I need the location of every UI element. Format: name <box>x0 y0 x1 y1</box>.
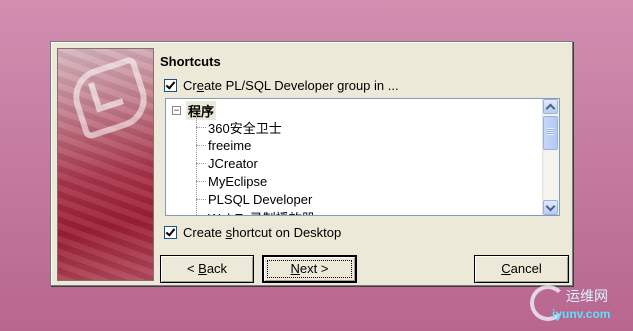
create-desktop-shortcut-checkbox[interactable] <box>164 226 177 239</box>
tree-item[interactable]: PLSQL Developer <box>196 190 312 208</box>
create-desktop-checkbox-row[interactable]: Create shortcut on Desktop <box>164 225 341 240</box>
page-title: Shortcuts <box>160 54 221 69</box>
scroll-down-arrow-icon[interactable] <box>543 200 558 215</box>
site-watermark: 运维网 iyunv.com <box>528 283 630 325</box>
program-group-tree[interactable]: − 程序 360安全卫士 freeime JCreator MyEclipse … <box>165 98 560 216</box>
scroll-up-arrow-icon[interactable] <box>543 99 558 114</box>
tree-scrollbar[interactable] <box>542 99 559 215</box>
collapse-icon[interactable]: − <box>172 106 181 115</box>
tree-item[interactable]: JCreator <box>196 154 258 172</box>
tree-item[interactable]: 360安全卫士 <box>196 118 282 136</box>
tree-item[interactable]: WebEx录制播放器 <box>196 208 315 216</box>
focus-rectangle <box>267 260 352 278</box>
create-group-checkbox-row[interactable]: Create PL/SQL Developer group in ... <box>164 78 399 93</box>
watermark-cn-text: 运维网 <box>566 289 608 305</box>
tree-item[interactable]: MyEclipse <box>196 172 267 190</box>
create-group-checkbox[interactable] <box>164 79 177 92</box>
create-desktop-shortcut-label: Create shortcut on Desktop <box>183 225 342 240</box>
scroll-thumb[interactable] <box>543 116 558 150</box>
shortcuts-dialog: Shortcuts Create PL/SQL Developer group … <box>50 41 573 286</box>
cancel-button[interactable]: Cancel <box>474 255 569 283</box>
create-group-label: Create PL/SQL Developer group in ... <box>183 78 399 93</box>
next-button[interactable]: Next > <box>262 255 357 283</box>
watermark-url-text: iyunv.com <box>552 307 611 321</box>
back-button[interactable]: < Back <box>160 255 254 283</box>
installer-banner-image <box>57 48 154 281</box>
tree-item[interactable]: freeime <box>196 136 251 154</box>
